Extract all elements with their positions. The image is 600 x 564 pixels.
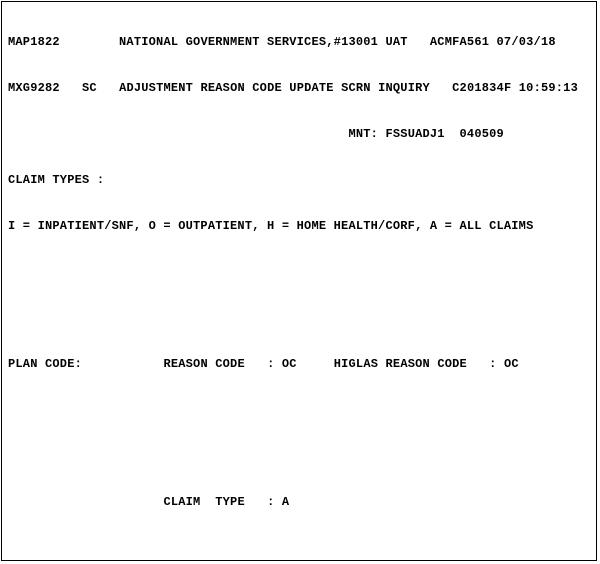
- higlas-reason-code-label: HIGLAS REASON CODE: [334, 357, 467, 371]
- higlas-reason-code-value[interactable]: OC: [504, 357, 519, 371]
- screen-title: ADJUSTMENT REASON CODE UPDATE SCRN INQUI…: [119, 81, 430, 95]
- claim-types-label: CLAIM TYPES :: [8, 173, 104, 187]
- claim-types-legend-row: I = INPATIENT/SNF, O = OUTPATIENT, H = H…: [8, 215, 596, 238]
- claim-type-label: CLAIM TYPE: [163, 495, 244, 509]
- mnt-user: FSSUADJ1: [385, 127, 444, 141]
- header-time: 10:59:13: [519, 81, 578, 95]
- header-row-2: MXG9282 SC ADJUSTMENT REASON CODE UPDATE…: [8, 77, 596, 100]
- colon3: :: [267, 495, 274, 509]
- claim-type-row: CLAIM TYPE : A: [8, 491, 596, 514]
- reason-code-value[interactable]: OC: [282, 357, 297, 371]
- header-title: NATIONAL GOVERNMENT SERVICES,#13001 UAT: [119, 35, 408, 49]
- txn-id: MXG9282: [8, 81, 60, 95]
- header-date: 07/03/18: [497, 35, 556, 49]
- colon2: :: [489, 357, 496, 371]
- codes-row: PLAN CODE: REASON CODE : OC HIGLAS REASO…: [8, 353, 596, 376]
- reason-code-label: REASON CODE: [163, 357, 244, 371]
- header-row-3: MNT: FSSUADJ1 040509: [8, 123, 596, 146]
- header-row-1: MAP1822 NATIONAL GOVERNMENT SERVICES,#13…: [8, 31, 596, 54]
- acc-code: ACMFA561: [430, 35, 489, 49]
- batch-id: C201834F: [452, 81, 511, 95]
- claim-types-label-row: CLAIM TYPES :: [8, 169, 596, 192]
- program-id: MAP1822: [8, 35, 60, 49]
- mnt-label: MNT:: [348, 127, 378, 141]
- terminal-screen: MAP1822 NATIONAL GOVERNMENT SERVICES,#13…: [1, 1, 597, 561]
- mode: SC: [82, 81, 97, 95]
- claim-types-legend: I = INPATIENT/SNF, O = OUTPATIENT, H = H…: [8, 219, 533, 233]
- mnt-code: 040509: [460, 127, 504, 141]
- colon1: :: [267, 357, 274, 371]
- claim-type-value[interactable]: A: [282, 495, 289, 509]
- plan-code-label: PLAN CODE:: [8, 357, 82, 371]
